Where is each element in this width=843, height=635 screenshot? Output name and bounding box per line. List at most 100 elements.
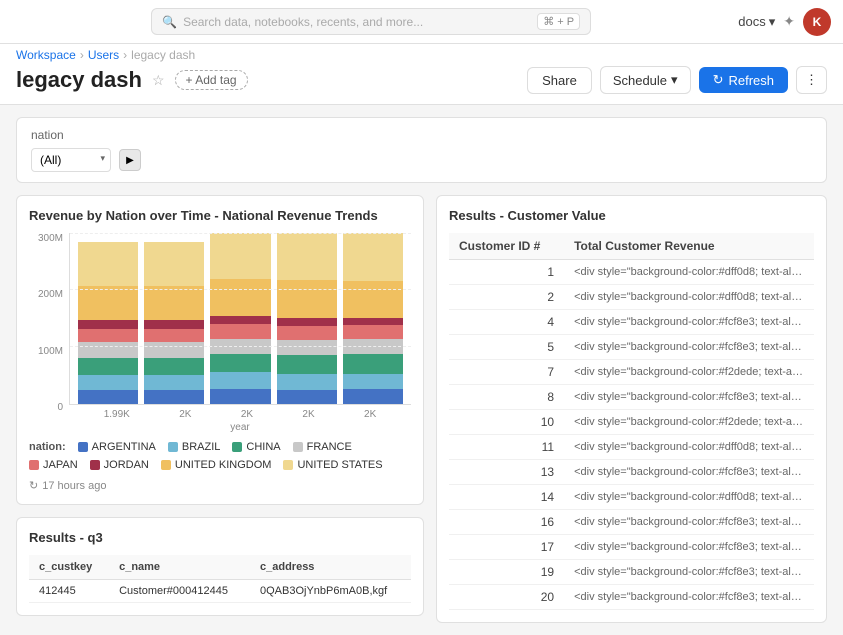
breadcrumb: Workspace › Users › legacy dash xyxy=(0,44,843,62)
legend-jordan: JORDAN xyxy=(90,459,149,471)
table-row: 11<div style="background-color:#dff0d8; … xyxy=(449,435,814,460)
results-q3-panel: Results - q3 c_custkey c_name c_address xyxy=(16,517,424,616)
bar-segment xyxy=(343,281,403,317)
filter-section: nation (All) ▾ ▶ xyxy=(16,117,827,183)
cell-customer-revenue: <div style="background-color:#fcf8e3; te… xyxy=(564,535,814,560)
filter-run-button[interactable]: ▶ xyxy=(119,149,141,171)
cell-customer-id: 11 xyxy=(449,435,564,460)
title-bar: legacy dash ☆ + Add tag Share Schedule ▾… xyxy=(0,62,843,105)
nation-filter-select[interactable]: (All) xyxy=(31,148,111,172)
filter-controls: (All) ▾ ▶ xyxy=(31,148,812,172)
main-content: nation (All) ▾ ▶ Revenue by Nation over … xyxy=(0,105,843,635)
bar-segment xyxy=(343,325,403,339)
filter-label: nation xyxy=(31,128,812,142)
legend-uk: UNITED KINGDOM xyxy=(161,459,272,471)
title-actions: Share Schedule ▾ ↻ Refresh ⋮ xyxy=(527,66,827,94)
bar-segment xyxy=(78,286,138,320)
table-row: 13<div style="background-color:#fcf8e3; … xyxy=(449,460,814,485)
results-q3-table-wrapper[interactable]: c_custkey c_name c_address 412445 Custom… xyxy=(29,555,411,603)
table-row: 7<div style="background-color:#f2dede; t… xyxy=(449,360,814,385)
chevron-down-icon: ▾ xyxy=(671,72,678,88)
cell-customer-revenue: <div style="background-color:#dff0d8; te… xyxy=(564,485,814,510)
search-bar[interactable]: 🔍 Search data, notebooks, recents, and m… xyxy=(151,8,591,35)
bar-segment xyxy=(78,390,138,404)
bar-segment xyxy=(343,389,403,404)
legend-brazil: BRAZIL xyxy=(168,441,221,453)
schedule-button[interactable]: Schedule ▾ xyxy=(600,66,691,94)
bar-segment xyxy=(144,358,204,375)
results-customer-table: Customer ID # Total Customer Revenue 1<d… xyxy=(449,233,814,610)
col-address: c_address xyxy=(250,555,411,580)
bar-segment xyxy=(277,390,337,404)
bar-segment xyxy=(343,339,403,354)
table-row: 412445 Customer#000412445 0QAB3OjYnbP6mA… xyxy=(29,580,411,603)
bar-segment xyxy=(78,358,138,375)
bar-segment xyxy=(343,318,403,326)
cell-customer-revenue: <div style="background-color:#fcf8e3; te… xyxy=(564,560,814,585)
bar-group xyxy=(277,233,337,404)
share-button[interactable]: Share xyxy=(527,67,592,94)
table-header-row: Customer ID # Total Customer Revenue xyxy=(449,233,814,260)
refresh-small-icon: ↻ xyxy=(29,479,38,492)
bar-segment xyxy=(210,354,270,372)
cell-customer-id: 2 xyxy=(449,285,564,310)
cell-customer-id: 1 xyxy=(449,260,564,285)
results-customer-panel: Results - Customer Value Customer ID # T… xyxy=(436,195,827,623)
legend-nation-label: nation: xyxy=(29,441,66,453)
cell-customer-id: 13 xyxy=(449,460,564,485)
cell-customer-id: 4 xyxy=(449,310,564,335)
table-row: 19<div style="background-color:#fcf8e3; … xyxy=(449,560,814,585)
bar-segment xyxy=(78,329,138,343)
cell-customer-id: 16 xyxy=(449,510,564,535)
bar-group xyxy=(343,233,403,404)
nav-right: docs ▾ ✦ K xyxy=(738,8,831,36)
bar-segment xyxy=(210,316,270,324)
cell-customer-id: 17 xyxy=(449,535,564,560)
table-row: 16<div style="background-color:#fcf8e3; … xyxy=(449,510,814,535)
bar-group xyxy=(78,233,138,404)
bar-segment xyxy=(277,374,337,390)
chart-body: 1.99K 2K 2K 2K 2K year xyxy=(69,233,411,433)
breadcrumb-users[interactable]: Users xyxy=(88,48,119,62)
cell-customer-revenue: <div style="background-color:#fcf8e3; te… xyxy=(564,585,814,610)
cell-customer-revenue: <div style="background-color:#dff0d8; te… xyxy=(564,435,814,460)
y-axis: 300M 200M 100M 0 xyxy=(29,233,69,433)
results-customer-table-wrapper[interactable]: Customer ID # Total Customer Revenue 1<d… xyxy=(449,233,814,610)
cell-customer-id: 20 xyxy=(449,585,564,610)
chart-area: 300M 200M 100M 0 xyxy=(29,233,411,433)
cell-customer-id: 8 xyxy=(449,385,564,410)
bar-segment xyxy=(277,340,337,356)
cell-customer-id: 7 xyxy=(449,360,564,385)
col-custkey: c_custkey xyxy=(29,555,109,580)
bar-segment xyxy=(144,320,204,329)
docs-button[interactable]: docs ▾ xyxy=(738,14,775,30)
refresh-button[interactable]: ↻ Refresh xyxy=(699,67,788,93)
legend-japan: JAPAN xyxy=(29,459,78,471)
search-icon: 🔍 xyxy=(162,15,177,29)
star-icon[interactable]: ✦ xyxy=(783,13,795,30)
more-options-button[interactable]: ⋮ xyxy=(796,66,827,94)
cell-customer-revenue: <div style="background-color:#f2dede; te… xyxy=(564,360,814,385)
chevron-down-icon: ▾ xyxy=(769,14,776,30)
cell-customer-revenue: <div style="background-color:#fcf8e3; te… xyxy=(564,310,814,335)
chart-timestamp: ↻ 17 hours ago xyxy=(29,479,411,492)
panels-row: Revenue by Nation over Time - National R… xyxy=(16,195,827,623)
bar-segment xyxy=(277,233,337,280)
table-row: 1<div style="background-color:#dff0d8; t… xyxy=(449,260,814,285)
table-row: 14<div style="background-color:#dff0d8; … xyxy=(449,485,814,510)
add-tag-button[interactable]: + Add tag xyxy=(175,70,248,90)
col-customer-id: Customer ID # xyxy=(449,233,564,260)
col-total-revenue: Total Customer Revenue xyxy=(564,233,814,260)
table-header-row: c_custkey c_name c_address xyxy=(29,555,411,580)
star-favorite-icon[interactable]: ☆ xyxy=(152,72,165,89)
refresh-icon: ↻ xyxy=(713,72,724,88)
bar-segment xyxy=(343,374,403,389)
cell-name: Customer#000412445 xyxy=(109,580,250,603)
breadcrumb-workspace[interactable]: Workspace xyxy=(16,48,76,62)
legend-argentina: ARGENTINA xyxy=(78,441,156,453)
cell-customer-revenue: <div style="background-color:#dff0d8; te… xyxy=(564,285,814,310)
cell-customer-revenue: <div style="background-color:#f2dede; te… xyxy=(564,410,814,435)
search-placeholder: Search data, notebooks, recents, and mor… xyxy=(183,15,423,29)
bar-segment xyxy=(144,286,204,320)
x-axis-title: year xyxy=(69,422,411,433)
